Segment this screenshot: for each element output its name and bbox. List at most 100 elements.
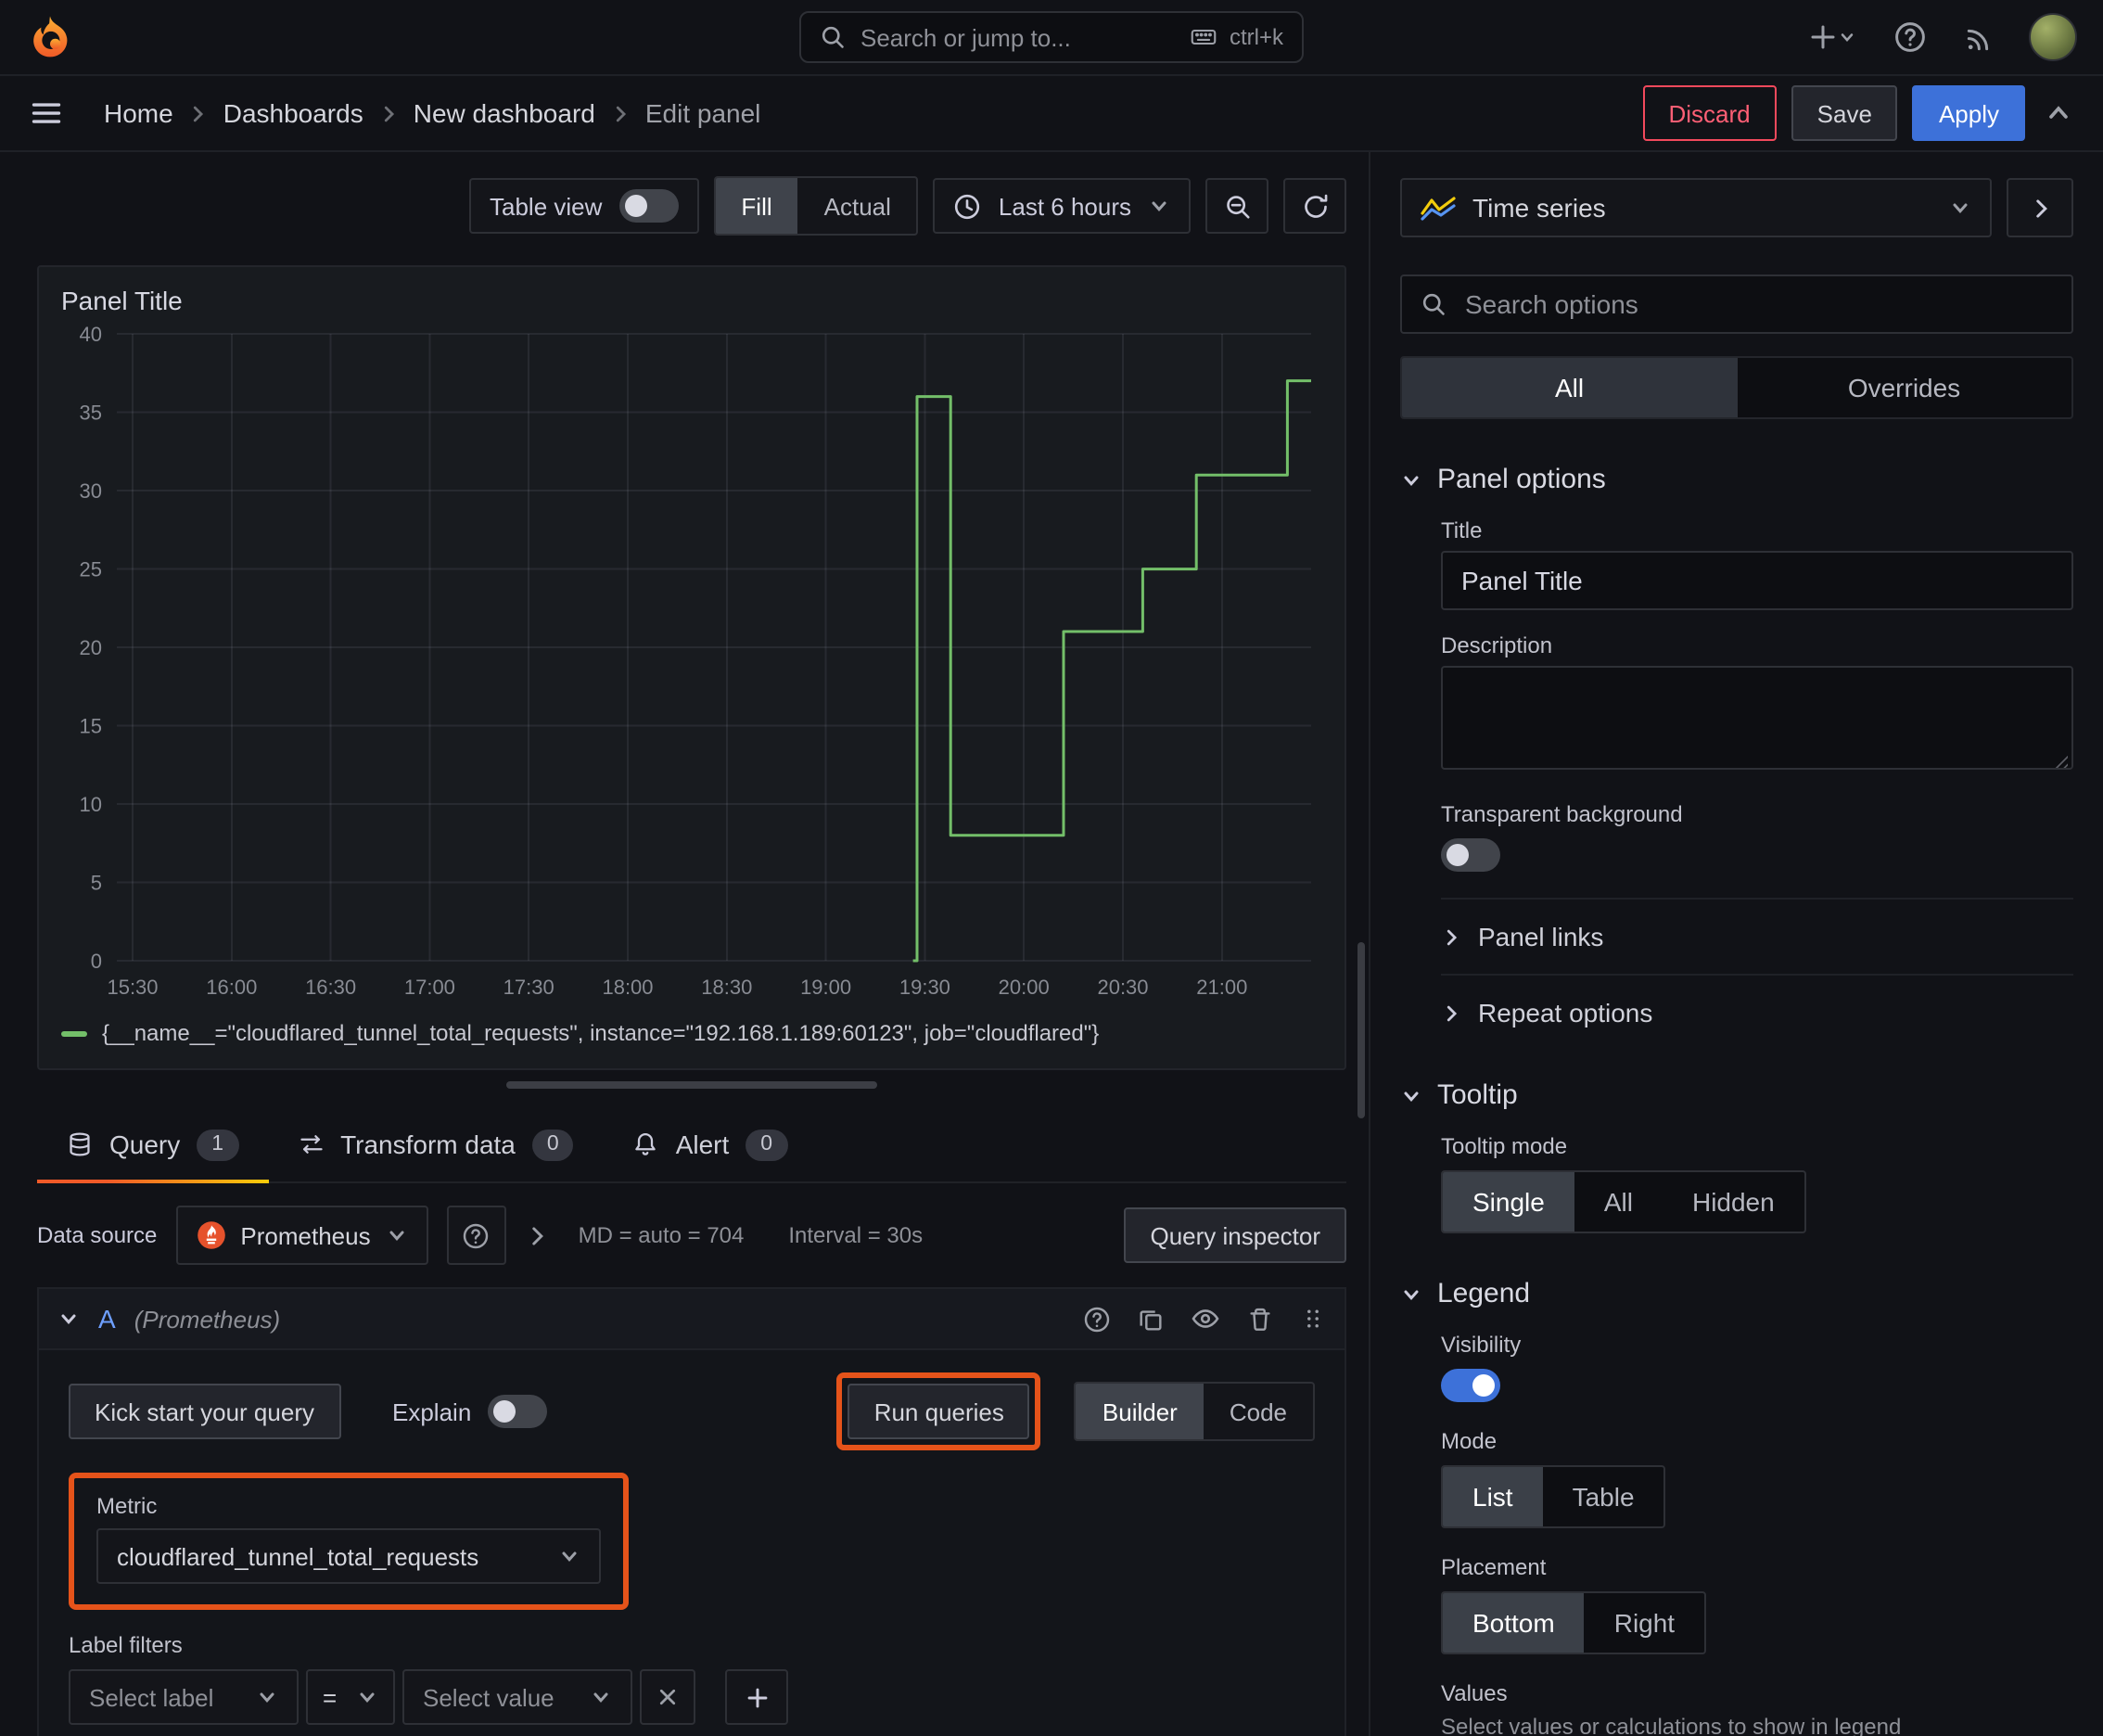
- operator-dropdown[interactable]: =: [306, 1669, 395, 1725]
- search-shortcut: ctrl+k: [1189, 24, 1283, 50]
- news-icon[interactable]: [1960, 18, 1999, 57]
- interval: Interval = 30s: [788, 1222, 924, 1248]
- select-label-dropdown[interactable]: Select label: [69, 1669, 299, 1725]
- hide-query-eye-icon[interactable]: [1191, 1304, 1220, 1334]
- close-icon: [659, 1689, 676, 1705]
- legend-placement-right[interactable]: Right: [1585, 1593, 1704, 1653]
- new-button[interactable]: [1804, 19, 1860, 56]
- legend-mode-table[interactable]: Table: [1543, 1467, 1664, 1526]
- tooltip-mode-all[interactable]: All: [1574, 1172, 1663, 1232]
- chevron-down-icon: [1841, 33, 1854, 43]
- tooltip-mode-group: Single All Hidden: [1441, 1170, 1806, 1233]
- search-options-input[interactable]: [1461, 287, 2053, 321]
- visualization-picker[interactable]: Time series: [1400, 178, 1992, 237]
- pane-resize-handle[interactable]: [506, 1081, 877, 1089]
- description-textarea[interactable]: [1441, 666, 2073, 770]
- options-tabs: All Overrides: [1400, 356, 2073, 419]
- visualization-name: Time series: [1472, 193, 1606, 223]
- search-options-field[interactable]: [1400, 274, 2073, 334]
- svg-text:19:30: 19:30: [899, 976, 950, 999]
- svg-text:21:00: 21:00: [1196, 976, 1247, 999]
- description-label: Description: [1441, 632, 1553, 658]
- expand-options-chevron-icon[interactable]: [525, 1223, 549, 1247]
- actual-option[interactable]: Actual: [798, 178, 917, 234]
- code-option[interactable]: Code: [1204, 1384, 1313, 1439]
- tab-overrides[interactable]: Overrides: [1737, 358, 2071, 417]
- tooltip-mode-single[interactable]: Single: [1443, 1172, 1574, 1232]
- panel-options-header[interactable]: Panel options: [1400, 464, 2073, 495]
- select-value-dropdown[interactable]: Select value: [402, 1669, 632, 1725]
- refresh-button[interactable]: [1283, 178, 1346, 234]
- repeat-options-section[interactable]: Repeat options: [1441, 974, 2073, 1050]
- apply-button[interactable]: Apply: [1912, 85, 2025, 141]
- tab-alert-label: Alert: [675, 1130, 730, 1159]
- query-inspector-button[interactable]: Query inspector: [1124, 1207, 1346, 1263]
- tab-all[interactable]: All: [1402, 358, 1737, 417]
- tooltip-mode-label: Tooltip mode: [1441, 1133, 1568, 1159]
- breadcrumb-dashboards[interactable]: Dashboards: [223, 98, 363, 128]
- legend-values-hint: Select values or calculations to show in…: [1441, 1714, 1902, 1736]
- user-avatar[interactable]: [2029, 13, 2077, 61]
- save-button[interactable]: Save: [1791, 85, 1898, 141]
- breadcrumb-home[interactable]: Home: [104, 98, 173, 128]
- menu-toggle-button[interactable]: [26, 93, 67, 134]
- legend-label[interactable]: {__name__="cloudflared_tunnel_total_requ…: [102, 1020, 1099, 1046]
- legend-title: Legend: [1437, 1278, 1531, 1309]
- chevron-down-icon: [1400, 468, 1422, 491]
- add-filter-button[interactable]: [725, 1669, 788, 1725]
- chart-canvas[interactable]: 0 5 10 15 20 25 30 35 40 15:30 16:00 16:30 17:00 17:3…: [61, 319, 1322, 1009]
- builder-option[interactable]: Builder: [1076, 1384, 1204, 1439]
- tooltip-mode-hidden[interactable]: Hidden: [1663, 1172, 1804, 1232]
- tab-alert[interactable]: Alert 0: [604, 1107, 817, 1181]
- chevron-down-icon: [1949, 197, 1971, 219]
- collapse-chevron-up-button[interactable]: [2040, 95, 2077, 132]
- tab-query[interactable]: Query 1: [37, 1107, 268, 1183]
- table-view-switch[interactable]: [618, 189, 679, 223]
- chevron-down-icon[interactable]: [57, 1308, 80, 1330]
- legend-placement-group: Bottom Right: [1441, 1591, 1707, 1654]
- tab-transform[interactable]: Transform data 0: [268, 1107, 604, 1181]
- search-input[interactable]: Search or jump to... ctrl+k: [799, 11, 1304, 63]
- query-options-summary[interactable]: MD = auto = 704 Interval = 30s: [579, 1222, 924, 1248]
- legend-visibility-switch[interactable]: [1441, 1369, 1500, 1402]
- panel-links-section[interactable]: Panel links: [1441, 898, 2073, 974]
- metric-select[interactable]: cloudflared_tunnel_total_requests: [96, 1528, 601, 1584]
- explain-switch[interactable]: [488, 1395, 548, 1428]
- query-header[interactable]: A (Prometheus): [37, 1287, 1346, 1350]
- panel-toolbar: Table view Fill Actual Last 6 hours: [37, 176, 1346, 236]
- panel-title-input[interactable]: [1441, 551, 2073, 610]
- select-value-placeholder: Select value: [423, 1683, 554, 1711]
- svg-text:10: 10: [80, 793, 102, 816]
- zoom-out-button[interactable]: [1205, 178, 1268, 234]
- time-series-chart[interactable]: 0 5 10 15 20 25 30 35 40 15:30 16:00 16:30 17:00 17:3…: [61, 319, 1322, 1013]
- time-range-picker[interactable]: Last 6 hours: [933, 178, 1191, 234]
- database-icon: [67, 1131, 93, 1157]
- legend-header[interactable]: Legend: [1400, 1278, 2073, 1309]
- main-scrollbar[interactable]: [1357, 942, 1365, 1118]
- panel-links-label: Panel links: [1478, 922, 1604, 951]
- kick-start-query-button[interactable]: Kick start your query: [69, 1384, 340, 1439]
- tooltip-header[interactable]: Tooltip: [1400, 1079, 2073, 1111]
- drag-handle-grip-icon[interactable]: [1300, 1306, 1326, 1332]
- datasource-help-button[interactable]: [446, 1206, 506, 1265]
- transparent-background-switch[interactable]: [1441, 838, 1500, 872]
- legend-mode-list[interactable]: List: [1443, 1467, 1543, 1526]
- delete-query-trash-icon[interactable]: [1246, 1305, 1274, 1333]
- duplicate-query-icon[interactable]: [1137, 1305, 1165, 1333]
- chevron-down-icon: [1400, 1283, 1422, 1305]
- table-view-toggle[interactable]: Table view: [469, 178, 699, 234]
- collapse-options-pane-button[interactable]: [2007, 178, 2073, 237]
- fill-option[interactable]: Fill: [715, 178, 798, 234]
- chevron-down-icon: [1148, 195, 1170, 217]
- query-help-icon[interactable]: [1083, 1305, 1111, 1333]
- discard-button[interactable]: Discard: [1642, 85, 1777, 141]
- datasource-picker[interactable]: Prometheus: [175, 1206, 428, 1265]
- breadcrumb-new-dashboard[interactable]: New dashboard: [414, 98, 595, 128]
- panel-preview: Panel Title 0 5 10 15 20 25 30 35 40 15:30 16:00 16…: [37, 265, 1346, 1070]
- help-button[interactable]: [1890, 17, 1931, 57]
- legend-placement-bottom[interactable]: Bottom: [1443, 1593, 1585, 1653]
- run-queries-button[interactable]: Run queries: [848, 1384, 1030, 1439]
- grafana-logo-icon[interactable]: [26, 13, 74, 61]
- remove-filter-button[interactable]: [640, 1669, 695, 1725]
- legend-mode-label: Mode: [1441, 1428, 1498, 1454]
